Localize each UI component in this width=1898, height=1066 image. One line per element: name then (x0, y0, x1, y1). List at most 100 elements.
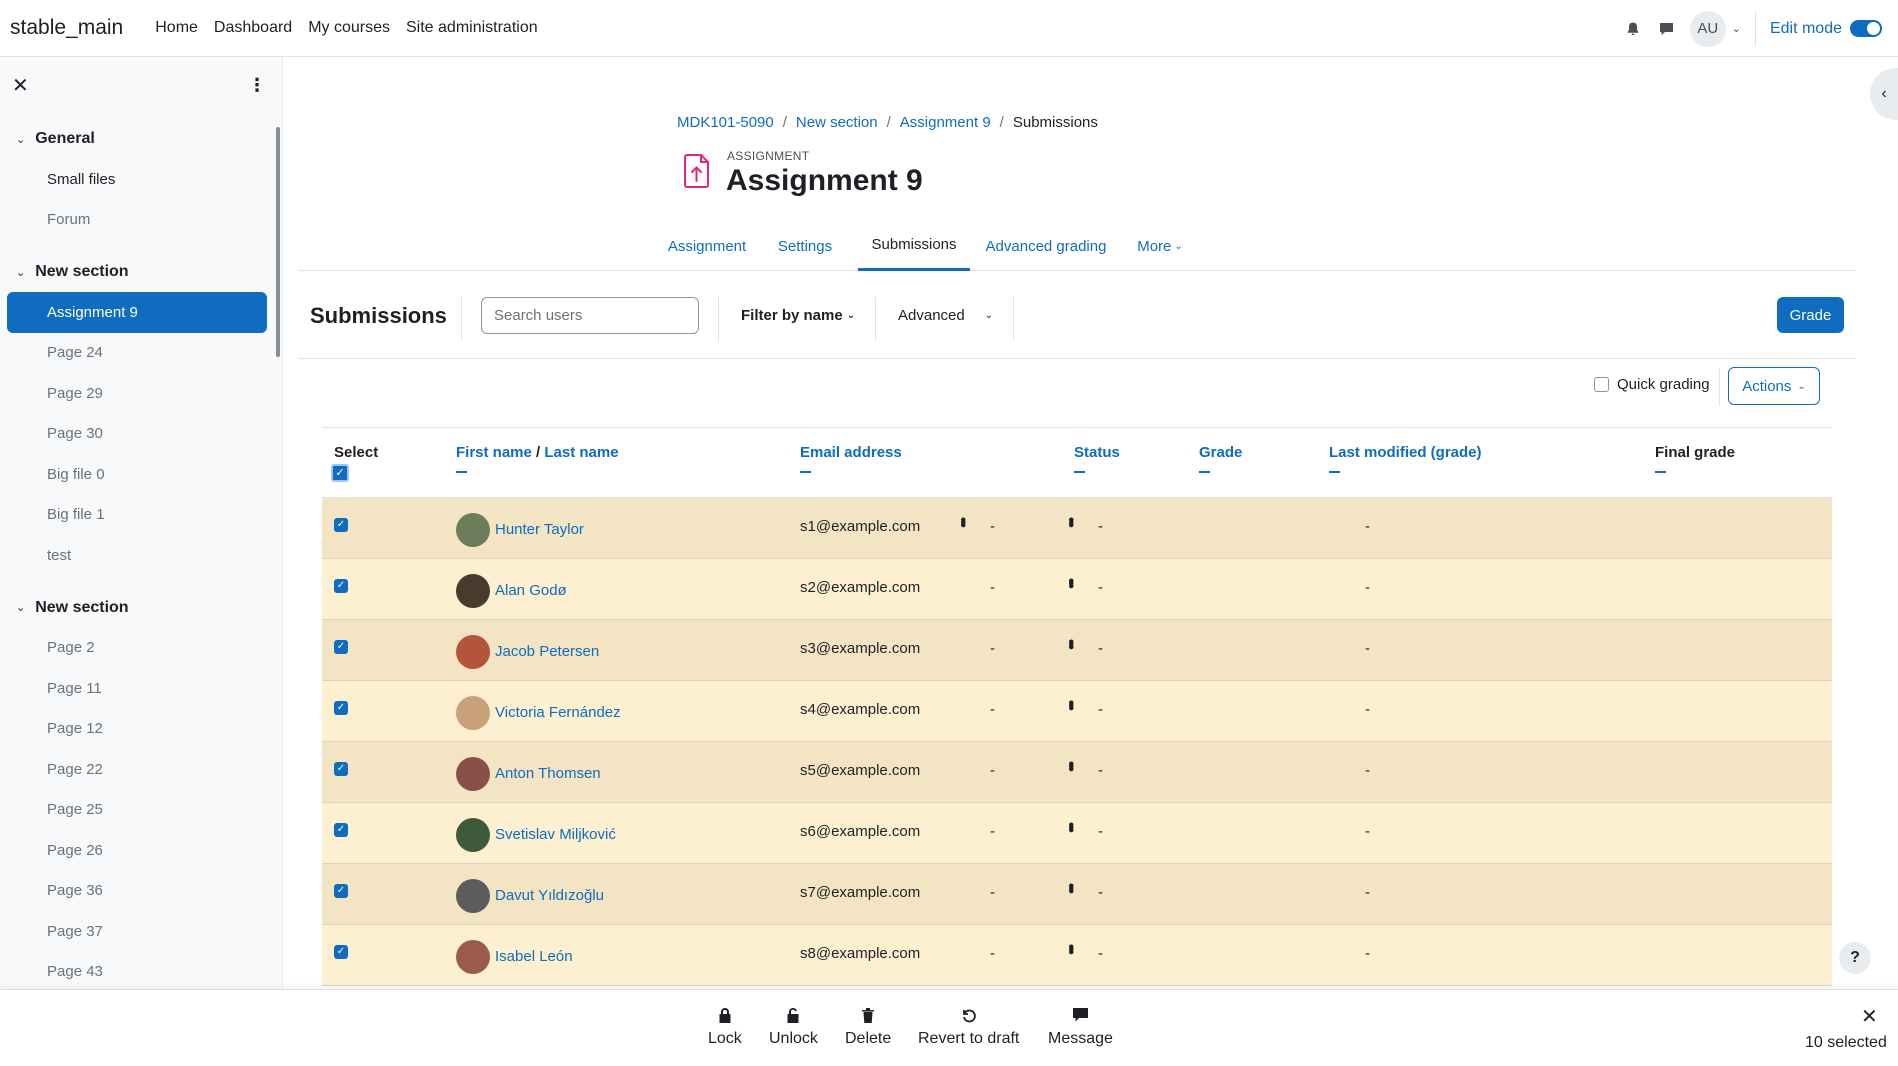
user-avatar[interactable] (456, 635, 490, 669)
sort-last-modified[interactable]: Last modified (grade) (1329, 444, 1482, 461)
nav-home[interactable]: Home (155, 19, 198, 37)
user-name-link[interactable]: Jacob Petersen (495, 643, 599, 660)
close-icon[interactable]: ✕ (12, 73, 29, 98)
course-section-title[interactable]: ⌄ New section (0, 252, 282, 292)
course-module-item[interactable]: Big file 1 (7, 495, 267, 536)
collapse-column-icon[interactable] (1199, 471, 1210, 473)
course-module-item[interactable]: Page 29 (7, 373, 267, 414)
collapse-column-icon[interactable] (1074, 471, 1085, 473)
course-module-item[interactable]: Page 26 (7, 830, 267, 871)
breadcrumb-activity[interactable]: Assignment 9 (900, 114, 991, 131)
nav-dashboard[interactable]: Dashboard (214, 19, 292, 37)
delete-button[interactable]: Delete (845, 1004, 891, 1048)
close-icon[interactable]: ✕ (1861, 1004, 1878, 1029)
bell-icon[interactable] (1616, 12, 1650, 46)
tab-settings[interactable]: Settings (775, 221, 835, 271)
row-select-checkbox[interactable]: ✓ (334, 762, 348, 776)
collapse-column-icon[interactable] (1655, 471, 1666, 473)
filter-by-name-button[interactable]: Filter by name ⌄ (741, 297, 855, 334)
tab-assignment[interactable]: Assignment (667, 221, 747, 271)
quick-grading-checkbox[interactable] (1594, 377, 1609, 392)
kebab-menu-icon[interactable]: ⋮ (248, 76, 266, 94)
course-section-title[interactable]: ⌄ General (0, 119, 282, 159)
nav-my-courses[interactable]: My courses (308, 19, 390, 37)
row-select-checkbox[interactable]: ✓ (334, 823, 348, 837)
user-name-link[interactable]: Svetislav Miljković (495, 826, 616, 843)
advanced-filter-button[interactable]: Advanced ⌄ (898, 297, 993, 334)
user-name-link[interactable]: Alan Godø (495, 582, 567, 599)
user-name-link[interactable]: Victoria Fernández (495, 704, 621, 721)
grade-menu-icon[interactable]: ••• (1062, 578, 1079, 586)
grade-menu-icon[interactable]: ••• (1062, 822, 1079, 830)
user-name-link[interactable]: Davut Yıldızoğlu (495, 887, 604, 904)
user-avatar[interactable] (456, 696, 490, 730)
select-all-checkbox[interactable]: ✓ (331, 464, 349, 482)
course-module-item[interactable]: Page 30 (7, 414, 267, 455)
user-avatar[interactable] (456, 574, 490, 608)
collapse-column-icon[interactable] (800, 471, 811, 473)
grade-button[interactable]: Grade (1777, 297, 1844, 333)
course-module-item[interactable]: Page 43 (7, 952, 267, 990)
chevron-down-icon[interactable]: ⌄ (16, 133, 25, 146)
chevron-down-icon[interactable]: ⌄ (16, 601, 25, 614)
grade-menu-icon[interactable]: ••• (1062, 761, 1079, 769)
quick-grading-toggle[interactable]: Quick grading (1594, 376, 1710, 393)
sort-grade[interactable]: Grade (1199, 444, 1242, 461)
tab-advanced-grading[interactable]: Advanced grading (983, 221, 1109, 271)
user-name-link[interactable]: Hunter Taylor (495, 521, 584, 538)
message-button[interactable]: Message (1048, 1004, 1113, 1048)
course-module-item[interactable]: Page 11 (7, 668, 267, 709)
user-avatar[interactable]: AU (1689, 10, 1726, 47)
user-name-link[interactable]: Anton Thomsen (495, 765, 601, 782)
breadcrumb-course[interactable]: MDK101-5090 (677, 114, 774, 131)
course-module-item[interactable]: Assignment 9 (7, 292, 267, 333)
breadcrumb-section[interactable]: New section (796, 114, 878, 131)
collapse-column-icon[interactable] (1329, 471, 1340, 473)
collapse-column-icon[interactable] (456, 471, 467, 473)
lock-button[interactable]: Lock (708, 1004, 742, 1048)
row-select-checkbox[interactable]: ✓ (334, 945, 348, 959)
course-module-item[interactable]: Page 24 (7, 333, 267, 374)
chevron-down-icon[interactable]: ⌄ (1732, 22, 1741, 35)
nav-site-administration[interactable]: Site administration (406, 19, 538, 37)
row-select-checkbox[interactable]: ✓ (334, 640, 348, 654)
course-module-item[interactable]: Forum (7, 200, 267, 241)
edit-mode-toggle[interactable] (1850, 20, 1882, 37)
grade-menu-icon[interactable]: ••• (1062, 639, 1079, 647)
tab-submissions[interactable]: Submissions (858, 221, 970, 271)
course-module-item[interactable]: Page 25 (7, 790, 267, 831)
course-module-item[interactable]: Big file 0 (7, 454, 267, 495)
grade-menu-icon[interactable]: ••• (1062, 517, 1079, 525)
tab-more[interactable]: More ⌄ (1132, 221, 1188, 271)
site-brand[interactable]: stable_main (10, 16, 123, 40)
chevron-down-icon[interactable]: ⌄ (16, 266, 25, 279)
user-name-link[interactable]: Isabel León (495, 948, 573, 965)
row-select-checkbox[interactable]: ✓ (334, 518, 348, 532)
user-avatar[interactable] (456, 879, 490, 913)
course-module-item[interactable]: Page 36 (7, 871, 267, 912)
row-select-checkbox[interactable]: ✓ (334, 701, 348, 715)
course-module-item[interactable]: Page 37 (7, 911, 267, 952)
revert-to-draft-button[interactable]: Revert to draft (918, 1004, 1019, 1048)
user-avatar[interactable] (456, 757, 490, 791)
grade-menu-icon[interactable]: ••• (1062, 883, 1079, 891)
course-module-item[interactable]: Small files (7, 159, 267, 200)
course-module-item[interactable]: Page 2 (7, 628, 267, 669)
sort-status[interactable]: Status (1074, 444, 1120, 461)
course-module-item[interactable]: Page 22 (7, 749, 267, 790)
sort-email[interactable]: Email address (800, 444, 902, 461)
course-section-title[interactable]: ⌄ New section (0, 588, 282, 628)
message-icon[interactable] (1650, 12, 1684, 46)
help-button[interactable]: ? (1839, 942, 1871, 974)
grade-menu-icon[interactable]: ••• (1062, 944, 1079, 952)
status-menu-icon[interactable]: ••• (954, 517, 971, 525)
block-drawer-toggle[interactable]: ‹ (1870, 68, 1898, 120)
sort-first-name[interactable]: First name (456, 444, 532, 461)
search-users-input[interactable]: Search users (481, 297, 699, 334)
course-module-item[interactable]: Page 12 (7, 709, 267, 750)
course-module-item[interactable]: test (7, 535, 267, 576)
actions-dropdown[interactable]: Actions ⌄ (1728, 367, 1820, 405)
sort-last-name[interactable]: Last name (544, 444, 618, 461)
unlock-button[interactable]: Unlock (769, 1004, 818, 1048)
drawer-scrollbar[interactable] (276, 127, 280, 357)
